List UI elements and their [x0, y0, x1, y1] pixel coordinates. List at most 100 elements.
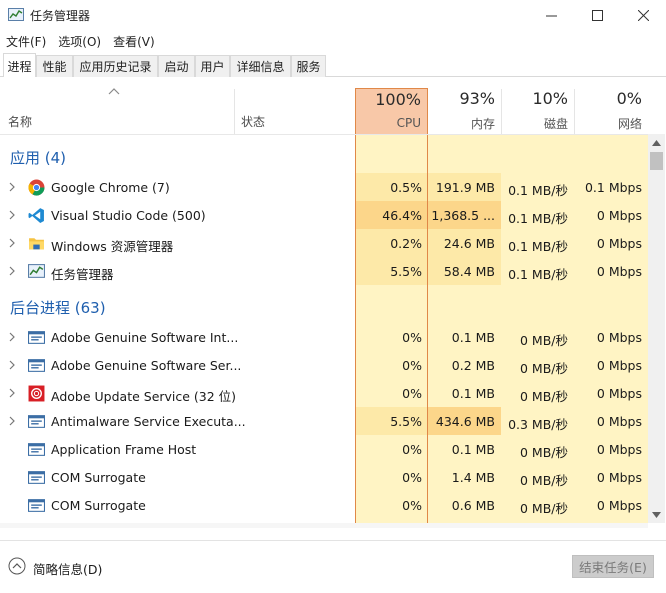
column-status[interactable]: 状态 — [241, 113, 265, 130]
cpu-cell: 0% — [355, 323, 428, 351]
network-cell: 0 Mbps — [574, 407, 648, 435]
tab-bar: 进程 性能 应用历史记录 启动 用户 详细信息 服务 — [0, 53, 666, 78]
memory-cell: 1.4 MB — [428, 463, 501, 491]
process-name: Google Chrome (7) — [51, 180, 170, 195]
process-row[interactable]: Application Frame Host 0% 0.1 MB 0 MB/秒 0 Mb… — [0, 435, 648, 463]
horizontal-scrollbar[interactable] — [0, 523, 648, 528]
disk-cell: 0 MB/秒 — [501, 463, 574, 491]
disk-label: 磁盘 — [543, 117, 568, 131]
tab-details[interactable]: 详细信息 — [230, 55, 291, 77]
cpu-column-border — [427, 135, 428, 523]
memory-cell: 0.1 MB — [428, 379, 501, 407]
menu-options[interactable]: 选项(O) — [52, 30, 107, 52]
process-row[interactable]: 任务管理器 5.5% 58.4 MB 0.1 MB/秒 0 Mbps — [0, 257, 648, 285]
tab-users[interactable]: 用户 — [195, 55, 230, 77]
menu-file[interactable]: 文件(F) — [0, 30, 52, 52]
tab-performance[interactable]: 性能 — [36, 55, 73, 77]
process-row[interactable]: Visual Studio Code (500) 46.4% 1,368.5 ...… — [0, 201, 648, 229]
disk-cell: 0.1 MB/秒 — [501, 257, 574, 285]
process-name: Adobe Genuine Software Int... — [51, 330, 239, 345]
service-icon — [28, 329, 45, 346]
expand-chevron-icon[interactable] — [8, 181, 16, 193]
memory-cell: 191.9 MB — [428, 173, 501, 201]
cpu-cell: 0% — [355, 379, 428, 407]
minimize-button[interactable] — [528, 0, 574, 30]
cpu-total-percent: 100% — [375, 90, 421, 109]
network-cell: 0 Mbps — [574, 435, 648, 463]
process-row[interactable]: COM Surrogate 0% 0.6 MB 0 MB/秒 0 Mbps — [0, 491, 648, 519]
expand-chevron-icon[interactable] — [8, 359, 16, 371]
cpu-column-border — [355, 135, 356, 523]
expand-chevron-icon[interactable] — [8, 415, 16, 427]
menu-bar: 文件(F) 选项(O) 查看(V) — [0, 30, 666, 52]
cpu-cell: 0% — [355, 491, 428, 519]
memory-cell: 0.1 MB — [428, 435, 501, 463]
column-network[interactable]: 0% 网络 — [574, 88, 648, 134]
network-cell: 0 Mbps — [574, 229, 648, 257]
process-list: 应用 (4) Google Chrome (7) 0.5% 191.9 MB 0.1 M… — [0, 134, 648, 523]
service-icon — [28, 441, 45, 458]
memory-cell: 1,368.5 ... — [428, 201, 501, 229]
end-task-button[interactable]: 结束任务(E) — [572, 555, 654, 578]
cpu-label: CPU — [396, 116, 421, 130]
scroll-up-arrow-icon — [652, 139, 661, 146]
column-divider[interactable] — [234, 89, 235, 134]
network-label: 网络 — [617, 117, 642, 131]
collapse-details-icon[interactable] — [8, 557, 26, 575]
cpu-cell: 0.2% — [355, 229, 428, 257]
group-header: 后台进程 (63) — [0, 285, 648, 323]
scroll-down-arrow-icon — [652, 511, 661, 518]
disk-cell: 0.1 MB/秒 — [501, 201, 574, 229]
service-icon — [28, 497, 45, 514]
maximize-icon — [591, 9, 603, 21]
column-memory[interactable]: 93% 内存 — [428, 88, 501, 134]
disk-cell: 0 MB/秒 — [501, 351, 574, 379]
process-row[interactable]: Google Chrome (7) 0.5% 191.9 MB 0.1 MB/秒 0.1… — [0, 173, 648, 201]
memory-cell: 58.4 MB — [428, 257, 501, 285]
process-name: 任务管理器 — [51, 267, 114, 282]
expand-chevron-icon[interactable] — [8, 237, 16, 249]
group-cell-shade — [501, 135, 574, 173]
scroll-up-button[interactable] — [648, 134, 665, 151]
fewer-details-link[interactable]: 简略信息(D) — [33, 559, 102, 578]
expand-chevron-icon[interactable] — [8, 265, 16, 277]
network-cell: 0 Mbps — [574, 491, 648, 519]
close-button[interactable] — [620, 0, 666, 30]
column-disk[interactable]: 10% 磁盘 — [501, 88, 574, 134]
tab-app-history[interactable]: 应用历史记录 — [73, 55, 158, 77]
group-cell-shade — [355, 285, 428, 323]
network-cell: 0.1 Mbps — [574, 173, 648, 201]
process-row[interactable]: Antimalware Service Executa... 5.5% 434.6 … — [0, 407, 648, 435]
cpu-cell: 0% — [355, 351, 428, 379]
memory-label: 内存 — [470, 117, 495, 131]
network-cell: 0 Mbps — [574, 351, 648, 379]
process-row[interactable]: Adobe Genuine Software Ser... 0% 0.2 MB 0 M… — [0, 351, 648, 379]
disk-total-percent: 10% — [532, 89, 568, 108]
menu-view[interactable]: 查看(V) — [107, 30, 161, 52]
tab-startup[interactable]: 启动 — [158, 55, 195, 77]
group-header: 应用 (4) — [0, 135, 648, 173]
disk-cell: 0 MB/秒 — [501, 379, 574, 407]
column-header: 名称 状态 100% CPU 93% 内存 10% 磁盘 0% 网络 — [0, 77, 666, 134]
disk-cell: 0 MB/秒 — [501, 491, 574, 519]
window-title: 任务管理器 — [30, 9, 91, 23]
process-row[interactable]: Adobe Update Service (32 位) 0% 0.1 MB 0 MB/… — [0, 379, 648, 407]
expand-chevron-icon[interactable] — [8, 209, 16, 221]
process-row[interactable]: COM Surrogate 0% 1.4 MB 0 MB/秒 0 Mbps — [0, 463, 648, 491]
column-name[interactable]: 名称 — [8, 113, 32, 130]
scroll-down-button[interactable] — [648, 506, 665, 523]
group-title: 后台进程 (63) — [10, 299, 106, 317]
sort-ascending-icon[interactable] — [108, 87, 120, 95]
process-row[interactable]: Adobe Genuine Software Int... 0% 0.1 MB 0 M… — [0, 323, 648, 351]
tab-services[interactable]: 服务 — [291, 55, 326, 77]
tab-processes[interactable]: 进程 — [3, 53, 36, 78]
process-row[interactable]: Windows 资源管理器 0.2% 24.6 MB 0.1 MB/秒 0 Mbps — [0, 229, 648, 257]
maximize-button[interactable] — [574, 0, 620, 30]
vertical-scrollbar[interactable] — [648, 134, 665, 523]
network-cell: 0 Mbps — [574, 323, 648, 351]
group-title: 应用 (4) — [10, 149, 67, 167]
expand-chevron-icon[interactable] — [8, 331, 16, 343]
scroll-thumb[interactable] — [650, 152, 663, 170]
expand-chevron-icon[interactable] — [8, 387, 16, 399]
column-cpu[interactable]: 100% CPU — [355, 88, 428, 134]
